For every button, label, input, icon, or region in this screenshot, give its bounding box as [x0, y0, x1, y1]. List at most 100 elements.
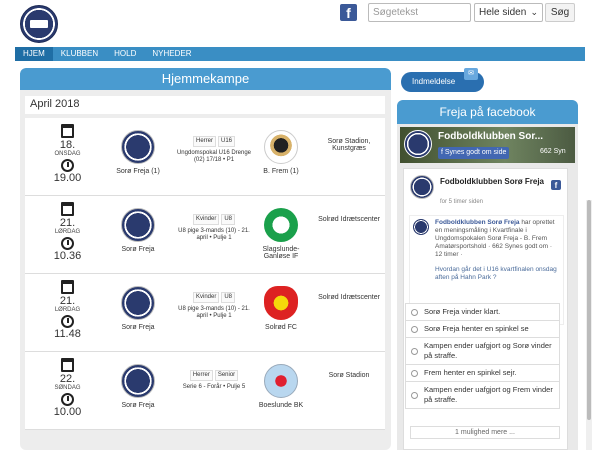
match-time: 10.36 — [53, 250, 82, 262]
poll-options: Sorø Freja vinder klart. Sorø Freja hent… — [405, 303, 560, 409]
radio-button[interactable] — [411, 370, 418, 377]
team-badge — [264, 130, 298, 164]
gender-tag: Herrer — [192, 136, 216, 147]
home-team-name: Sorø Freja (1) — [116, 168, 160, 175]
match-row[interactable]: 18. ONSDAG 19.00 Sorø Freja (1) Herrer U… — [25, 118, 385, 196]
home-team[interactable]: Sorø Freja (1) — [107, 130, 169, 175]
team-badge — [121, 130, 155, 164]
page-avatar — [404, 130, 432, 158]
club-logo[interactable] — [20, 5, 58, 43]
shared-text: Fodboldklubben Sorø Freja har oprettet e… — [435, 219, 560, 259]
away-team[interactable]: Slagslunde-Ganløse IF — [250, 208, 312, 260]
gender-tag: Kvinder — [192, 292, 220, 303]
match-date: 18. ONSDAG 19.00 — [45, 124, 90, 184]
home-team[interactable]: Sorø Freja — [107, 286, 169, 331]
search-scope-value: Hele siden — [479, 7, 527, 18]
tournament-info: U8 pige 3-mands (10) - 21. april • Pulje… — [178, 306, 250, 319]
clock-icon — [61, 159, 74, 172]
shared-avatar — [413, 219, 429, 235]
match-row[interactable]: 21. LØRDAG 11.48 Sorø Freja Kvinder U8 U… — [25, 274, 385, 352]
team-badge — [121, 208, 155, 242]
match-list: 18. ONSDAG 19.00 Sorø Freja (1) Herrer U… — [25, 118, 385, 430]
post-author[interactable]: Fodboldklubben Sorø Freja — [440, 177, 550, 187]
facebook-page-cover[interactable]: Fodboldklubben Sor... f Synes godt om si… — [400, 127, 575, 163]
search-scope-select[interactable]: Hele siden ⌄ — [474, 3, 543, 22]
match-date: 22. SØNDAG 10.00 — [45, 358, 90, 418]
match-info: Herrer Senior Serie 6 - Forår • Pulje 5 — [175, 370, 253, 391]
home-team[interactable]: Sorø Freja — [107, 208, 169, 253]
match-time: 11.48 — [54, 328, 81, 340]
match-date: 21. LØRDAG 10.36 — [45, 202, 90, 262]
page-name[interactable]: Fodboldklubben Sor... — [438, 131, 543, 142]
home-team-name: Sorø Freja — [121, 402, 155, 409]
team-badge — [264, 364, 298, 398]
match-row[interactable]: 22. SØNDAG 10.00 Sorø Freja Herrer Senio… — [25, 352, 385, 430]
age-tag: U16 — [218, 136, 236, 147]
shared-meta: Amatørsportshold · 662 Synes godt om · 1… — [435, 243, 553, 258]
calendar-icon — [61, 202, 74, 216]
radio-button[interactable] — [411, 392, 418, 399]
radio-button[interactable] — [411, 309, 418, 316]
match-time: 10.00 — [53, 406, 82, 418]
search-button[interactable]: Søg — [545, 3, 575, 22]
team-badge — [121, 286, 155, 320]
match-venue: Solrød Idrætscenter — [318, 294, 380, 301]
membership-label: Indmeldelse — [412, 77, 456, 86]
away-team[interactable]: B. Frem (1) — [250, 130, 312, 175]
match-row[interactable]: 21. LØRDAG 10.36 Sorø Freja Kvinder U8 U… — [25, 196, 385, 274]
away-team-name: Slagslunde-Ganløse IF — [262, 246, 300, 260]
match-day: 21. — [59, 295, 76, 307]
radio-button[interactable] — [411, 326, 418, 333]
gender-tag: Herrer — [189, 370, 213, 381]
calendar-icon — [61, 358, 74, 372]
scrollbar[interactable] — [586, 200, 592, 450]
match-time: 19.00 — [53, 172, 82, 184]
month-heading: April 2018 — [25, 96, 385, 114]
post-avatar[interactable] — [410, 175, 434, 199]
poll-option[interactable]: Kampen ender uafgjort og Frem vinder på … — [405, 381, 560, 409]
home-team-name: Sorø Freja — [121, 324, 155, 331]
away-team-name: Boeslunde BK — [258, 402, 304, 409]
away-team[interactable]: Boeslunde BK — [250, 364, 312, 409]
shared-author[interactable]: Fodboldklubben Sorø Freja — [435, 219, 520, 226]
nav-klubben[interactable]: KLUBBEN — [53, 47, 106, 61]
poll-question: Hvordan går det i U16 kvartfinalen onsda… — [435, 266, 557, 281]
home-matches-panel: Hjemmekampe April 2018 18. ONSDAG 19.00 … — [20, 68, 391, 450]
match-info: Kvinder U8 U8 pige 3-mands (10) - 21. ap… — [175, 292, 253, 320]
clock-icon — [61, 393, 74, 406]
match-venue: Solrød Idrætscenter — [318, 216, 380, 223]
home-team[interactable]: Sorø Freja — [107, 364, 169, 409]
signup-icon: ✉ — [464, 68, 478, 80]
nav-hold[interactable]: HOLD — [106, 47, 144, 61]
tournament-info: Ungdomspokal U16 Drenge (02) 17/18 • P1 — [176, 150, 252, 163]
panel-title: Hjemmekampe — [20, 68, 391, 90]
post-time[interactable]: for 5 timer siden — [440, 199, 483, 205]
search-input[interactable] — [368, 3, 471, 22]
age-tag: Senior — [214, 370, 239, 381]
clock-icon — [61, 237, 74, 250]
radio-button[interactable] — [411, 348, 418, 355]
age-tag: U8 — [221, 292, 235, 303]
team-badge — [264, 208, 298, 242]
poll-option[interactable]: Sorø Freja vinder klart. — [405, 303, 560, 321]
match-info: Herrer U16 Ungdomspokal U16 Drenge (02) … — [175, 136, 253, 164]
match-weekday: LØRDAG — [54, 229, 81, 235]
facebook-icon[interactable]: f — [551, 180, 561, 190]
match-venue: Sorø Stadion, Kunstgræs — [327, 138, 371, 152]
facebook-panel-title: Freja på facebook — [397, 100, 578, 124]
away-team-name: B. Frem (1) — [263, 168, 299, 175]
membership-button[interactable]: Indmeldelse ✉ — [401, 68, 484, 92]
match-date: 21. LØRDAG 11.48 — [45, 280, 90, 340]
scrollbar-thumb[interactable] — [587, 200, 591, 420]
nav-hjem[interactable]: HJEM — [15, 47, 53, 61]
poll-option[interactable]: Frem henter en spinkel sejr. — [405, 364, 560, 382]
like-page-button[interactable]: f Synes godt om side — [438, 147, 510, 159]
poll-option[interactable]: Sorø Freja henter en spinkel se — [405, 320, 560, 338]
away-team[interactable]: Solrød FC — [250, 286, 312, 331]
match-venue: Sorø Stadion — [328, 372, 370, 379]
facebook-icon[interactable]: f — [340, 4, 357, 21]
nav-nyheder[interactable]: NYHEDER — [144, 47, 199, 61]
match-weekday: ONSDAG — [54, 151, 81, 157]
more-options-link[interactable]: 1 mulighed mere ... — [410, 426, 560, 439]
poll-option[interactable]: Kampen ender uafgjort og Sorø vinder på … — [405, 337, 560, 365]
